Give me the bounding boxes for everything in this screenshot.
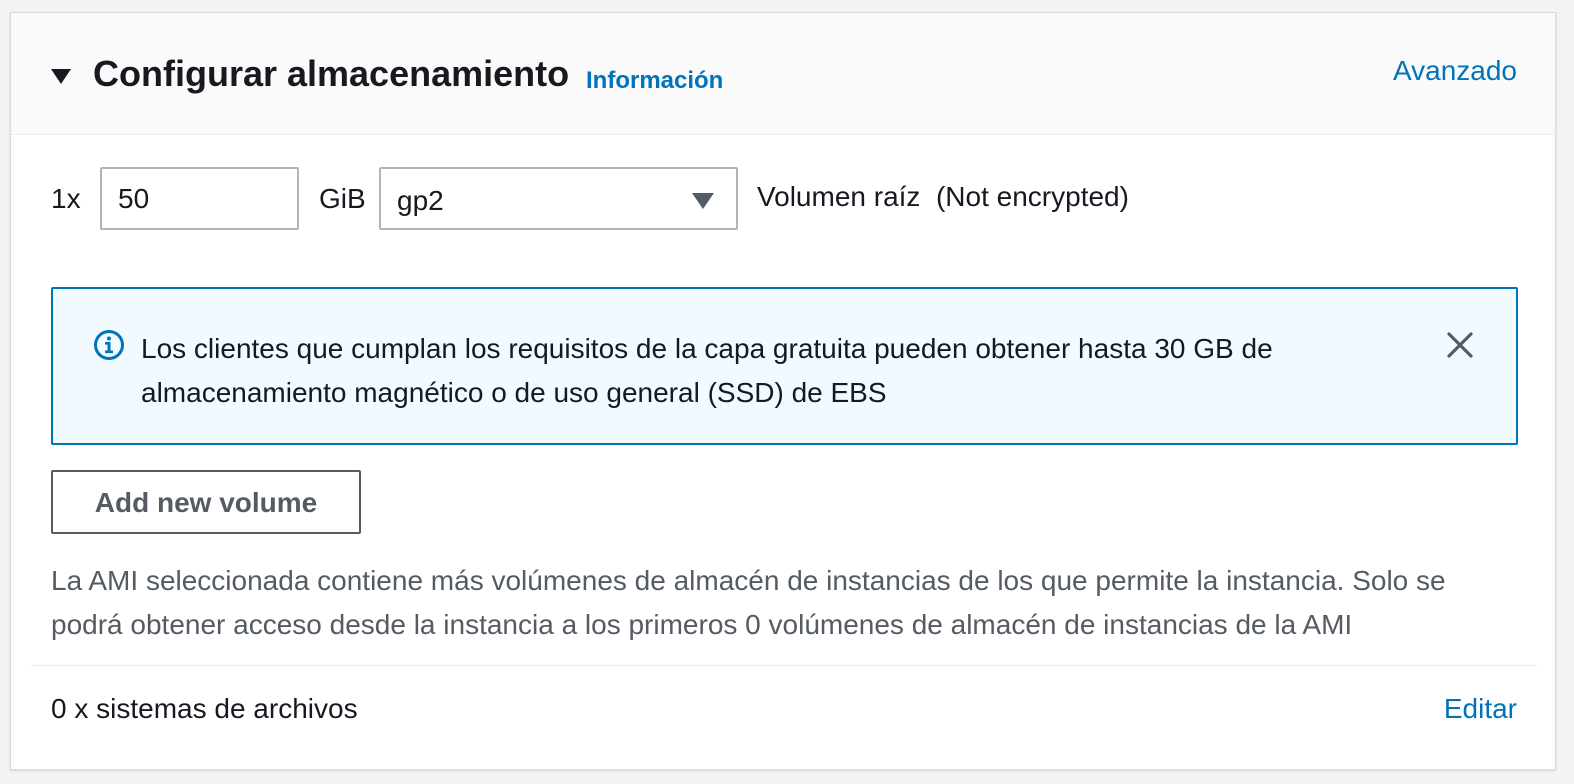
free-tier-info-alert: Los clientes que cumplan los requisitos … [51,287,1518,445]
panel-title: Configurar almacenamiento [93,53,570,94]
info-icon [94,330,124,360]
add-new-volume-button[interactable]: Add new volume [51,470,361,534]
chevron-down-icon [692,193,714,209]
divider [31,665,1537,666]
volume-type-value: gp2 [397,185,444,216]
edit-file-systems-link[interactable]: Editar [1444,693,1517,725]
root-volume-row: 1x GiB gp2 Volumen raíz (Not encrypted) [11,167,1555,231]
volume-size-unit: GiB [319,183,366,214]
root-volume-label: Volumen raíz (Not encrypted) [757,181,1129,212]
ami-volume-note: La AMI seleccionada contiene más volúmen… [51,565,1446,640]
file-systems-label: 0 x sistemas de archivos [51,693,358,724]
collapse-caret-icon[interactable] [51,69,71,84]
info-link[interactable]: Información [586,67,723,95]
panel-header: Configurar almacenamiento Información Av… [11,13,1555,135]
alert-message: Los clientes que cumplan los requisitos … [141,333,1273,408]
close-icon[interactable] [1446,331,1474,359]
volume-size-input[interactable] [100,167,299,230]
volume-type-select[interactable]: gp2 [379,167,738,230]
volume-count-label: 1x [51,183,81,214]
advanced-link[interactable]: Avanzado [1393,55,1517,87]
storage-panel: Configurar almacenamiento Información Av… [10,12,1556,770]
